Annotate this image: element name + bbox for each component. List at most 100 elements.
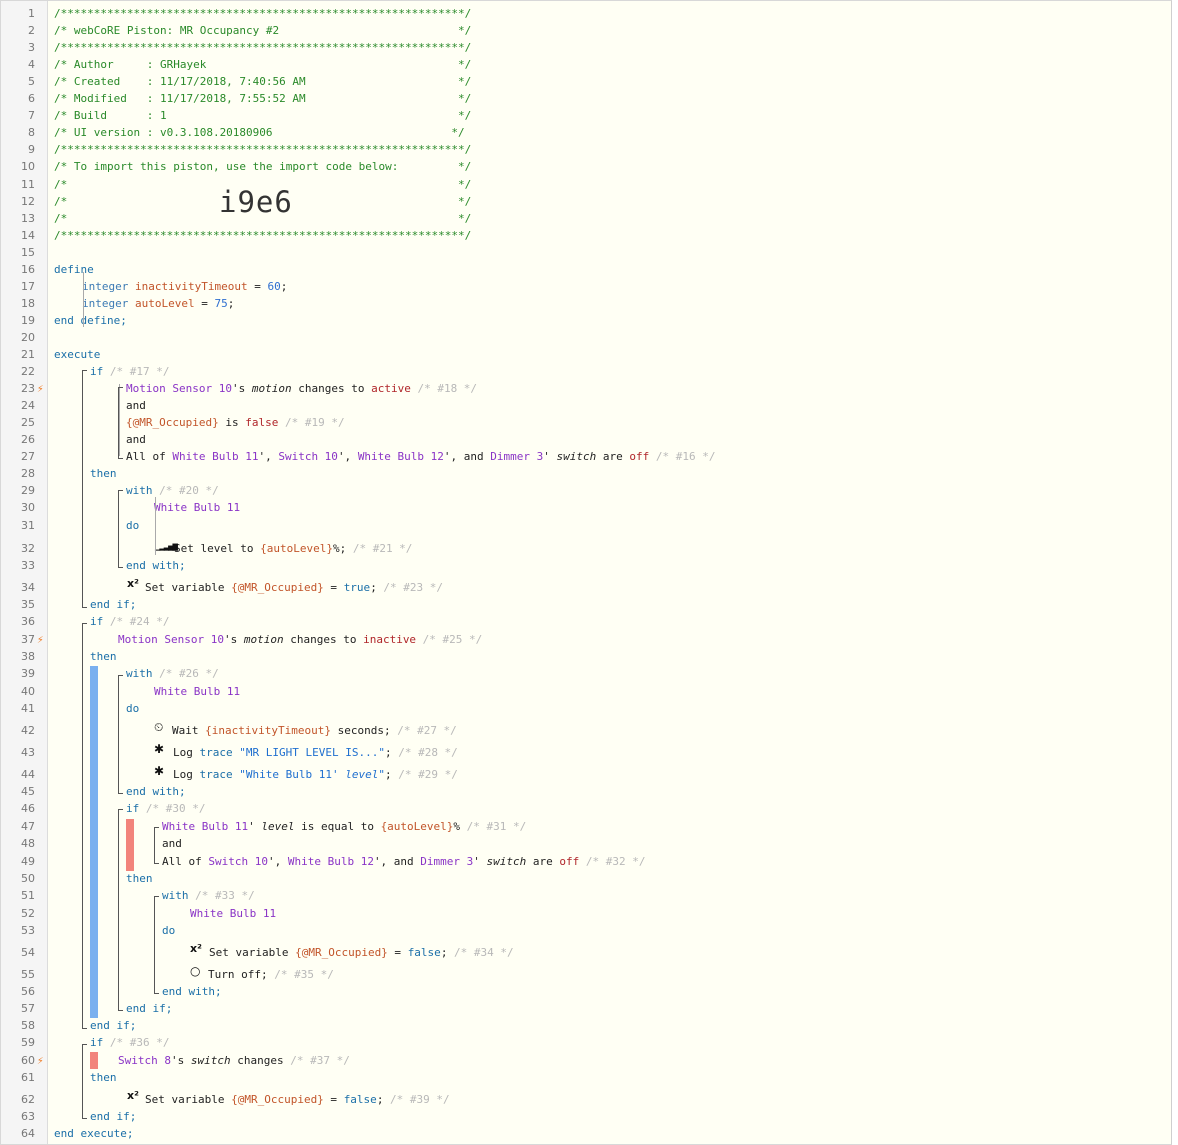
code-statement[interactable]: White Bulb 11 (190, 905, 276, 922)
code-statement[interactable]: do (126, 517, 139, 534)
code-statement[interactable]: then (90, 648, 117, 665)
code-statement[interactable]: with /* #33 */ (162, 887, 255, 904)
code-statement[interactable]: {@MR_Occupied} is false /* #19 */ (126, 414, 345, 431)
code-row: 12/* */ (1, 193, 1171, 210)
code-token: ' (331, 768, 346, 781)
code-statement[interactable]: execute (54, 346, 100, 363)
code-row: 52 White Bulb 11 (1, 905, 1171, 922)
code-token: with (126, 667, 153, 680)
code-statement[interactable]: /***************************************… (54, 5, 471, 22)
code-statement[interactable]: end with; (162, 983, 222, 1000)
line-number: 39 (21, 667, 35, 680)
code-statement[interactable]: Motion Sensor 10's motion changes to act… (126, 380, 477, 397)
code-row: 31 do (1, 517, 1171, 534)
code-statement[interactable]: /***************************************… (54, 39, 471, 56)
line-number: 54 (21, 946, 35, 959)
code-statement[interactable]: All of Switch 10', White Bulb 12', and D… (162, 853, 646, 870)
code-statement[interactable]: if /* #30 */ (126, 800, 205, 817)
code-row: 3 /**************************************… (1, 39, 1171, 56)
bug-icon: ✱ (154, 764, 165, 778)
code-statement[interactable]: then (90, 465, 117, 482)
code-token: /***************************************… (54, 143, 472, 157)
code-statement[interactable]: define (54, 261, 94, 278)
code-token: ', (337, 450, 358, 464)
code-statement[interactable]: end with; (126, 783, 186, 800)
code-statement[interactable]: /* Author : GRHayek */ (54, 56, 471, 73)
code-statement[interactable]: Set variable {@MR_Occupied} = false; /* … (209, 944, 514, 961)
code-statement[interactable]: /* webCoRE Piston: MR Occupancy #2 */ (54, 22, 471, 39)
code-statement[interactable]: Turn off; /* #35 */ (208, 966, 334, 983)
code-token: integer (82, 296, 129, 310)
code-token: {@MR_Occupied} (295, 946, 388, 959)
code-statement[interactable]: /***************************************… (54, 227, 471, 244)
line-number: 30 (21, 501, 35, 515)
code-statement[interactable]: do (126, 700, 139, 717)
code-row: 20 (1, 329, 1171, 346)
code-statement[interactable]: and (126, 431, 146, 448)
code-statement[interactable]: end if; (90, 596, 136, 613)
code-token: end with; (126, 559, 186, 572)
code-statement[interactable]: end if; (90, 1108, 136, 1125)
line-number: 52 (21, 907, 35, 920)
code-statement[interactable]: if /* #17 */ (90, 363, 169, 380)
condition-indicator (126, 819, 134, 871)
code-statement[interactable]: end if; (90, 1017, 136, 1034)
line-number: 42 (21, 724, 35, 737)
bug-icon: ✱ (154, 742, 165, 756)
code-statement[interactable]: White Bulb 11' level is equal to {autoLe… (162, 818, 526, 835)
code-statement[interactable]: Switch 8's switch changes /* #37 */ (118, 1052, 350, 1069)
superscript-x2-icon: x² (127, 1089, 139, 1102)
code-statement[interactable]: with /* #20 */ (126, 482, 219, 499)
code-statement[interactable]: Log trace "MR LIGHT LEVEL IS..."; /* #28… (173, 744, 458, 761)
import-code: i9e6 (219, 185, 293, 219)
code-statement[interactable]: end define; (54, 312, 127, 329)
code-row: 21 execute (1, 346, 1171, 363)
code-statement[interactable]: Log trace "White Bulb 11' level"; /* #29… (173, 766, 458, 783)
code-statement[interactable]: integer autoLevel = 75; (82, 295, 234, 312)
code-statement[interactable]: /***************************************… (54, 141, 471, 158)
code-statement[interactable]: Set level to {autoLevel}%; /* #21 */ (174, 540, 412, 557)
code-token: and (126, 399, 146, 413)
code-token: /* #21 */ (346, 542, 413, 555)
code-statement[interactable]: Set variable {@MR_Occupied} = true; /* #… (145, 579, 443, 596)
code-statement[interactable]: Wait {inactivityTimeout} seconds; /* #27… (172, 722, 457, 739)
code-token: /* #18 */ (410, 382, 478, 396)
code-statement[interactable]: if /* #24 */ (90, 613, 169, 630)
line-number: 60 (21, 1054, 35, 1067)
line-number: 24 (21, 399, 35, 413)
block-bracket (118, 387, 123, 459)
line-number: 18 (21, 296, 35, 310)
code-statement[interactable]: and (126, 397, 146, 414)
code-statement[interactable]: /* Build : 1 */ (54, 107, 471, 124)
code-token: end with; (162, 985, 222, 998)
code-statement[interactable]: /* Modified : 11/17/2018, 7:55:52 AM */ (54, 90, 471, 107)
code-statement[interactable]: /* To import this piston, use the import… (54, 158, 471, 175)
code-token: true (343, 581, 371, 594)
code-statement[interactable]: end if; (126, 1000, 172, 1017)
code-token: /***************************************… (54, 7, 472, 20)
code-statement[interactable]: Motion Sensor 10's motion changes to ina… (118, 631, 482, 648)
code-token: Motion Sensor 10 (126, 382, 232, 396)
code-statement[interactable]: integer inactivityTimeout = 60; (82, 278, 287, 295)
code-token: end if; (90, 1019, 137, 1032)
code-statement[interactable]: and (162, 835, 182, 852)
code-statement[interactable]: do (162, 922, 175, 939)
code-statement[interactable]: with /* #26 */ (126, 665, 219, 682)
code-statement[interactable]: Set variable {@MR_Occupied} = false; /* … (145, 1091, 450, 1108)
code-statement[interactable]: end with; (126, 557, 186, 574)
code-statement[interactable]: if /* #36 */ (90, 1034, 169, 1051)
code-token: and (162, 837, 182, 850)
code-statement[interactable]: then (126, 870, 153, 887)
line-number: 23 (21, 382, 35, 396)
code-statement[interactable]: then (90, 1069, 117, 1086)
code-statement[interactable]: /* Created : 11/17/2018, 7:40:56 AM */ (54, 73, 471, 90)
code-row: 62 Set variable {@MR_Occupied} = false; /… (1, 1089, 1171, 1108)
code-statement[interactable]: /* UI version : v0.3.108.20180906 */ (54, 124, 465, 141)
code-token: ; (370, 581, 377, 594)
code-token: end execute; (54, 1127, 134, 1140)
code-statement[interactable]: White Bulb 11 (154, 499, 240, 516)
code-statement[interactable]: All of White Bulb 11', Switch 10', White… (126, 448, 715, 465)
code-statement[interactable]: White Bulb 11 (154, 683, 240, 700)
code-row: 2 /* webCoRE Piston: MR Occupancy #2 */ (1, 22, 1171, 39)
code-statement[interactable]: end execute; (54, 1125, 133, 1142)
